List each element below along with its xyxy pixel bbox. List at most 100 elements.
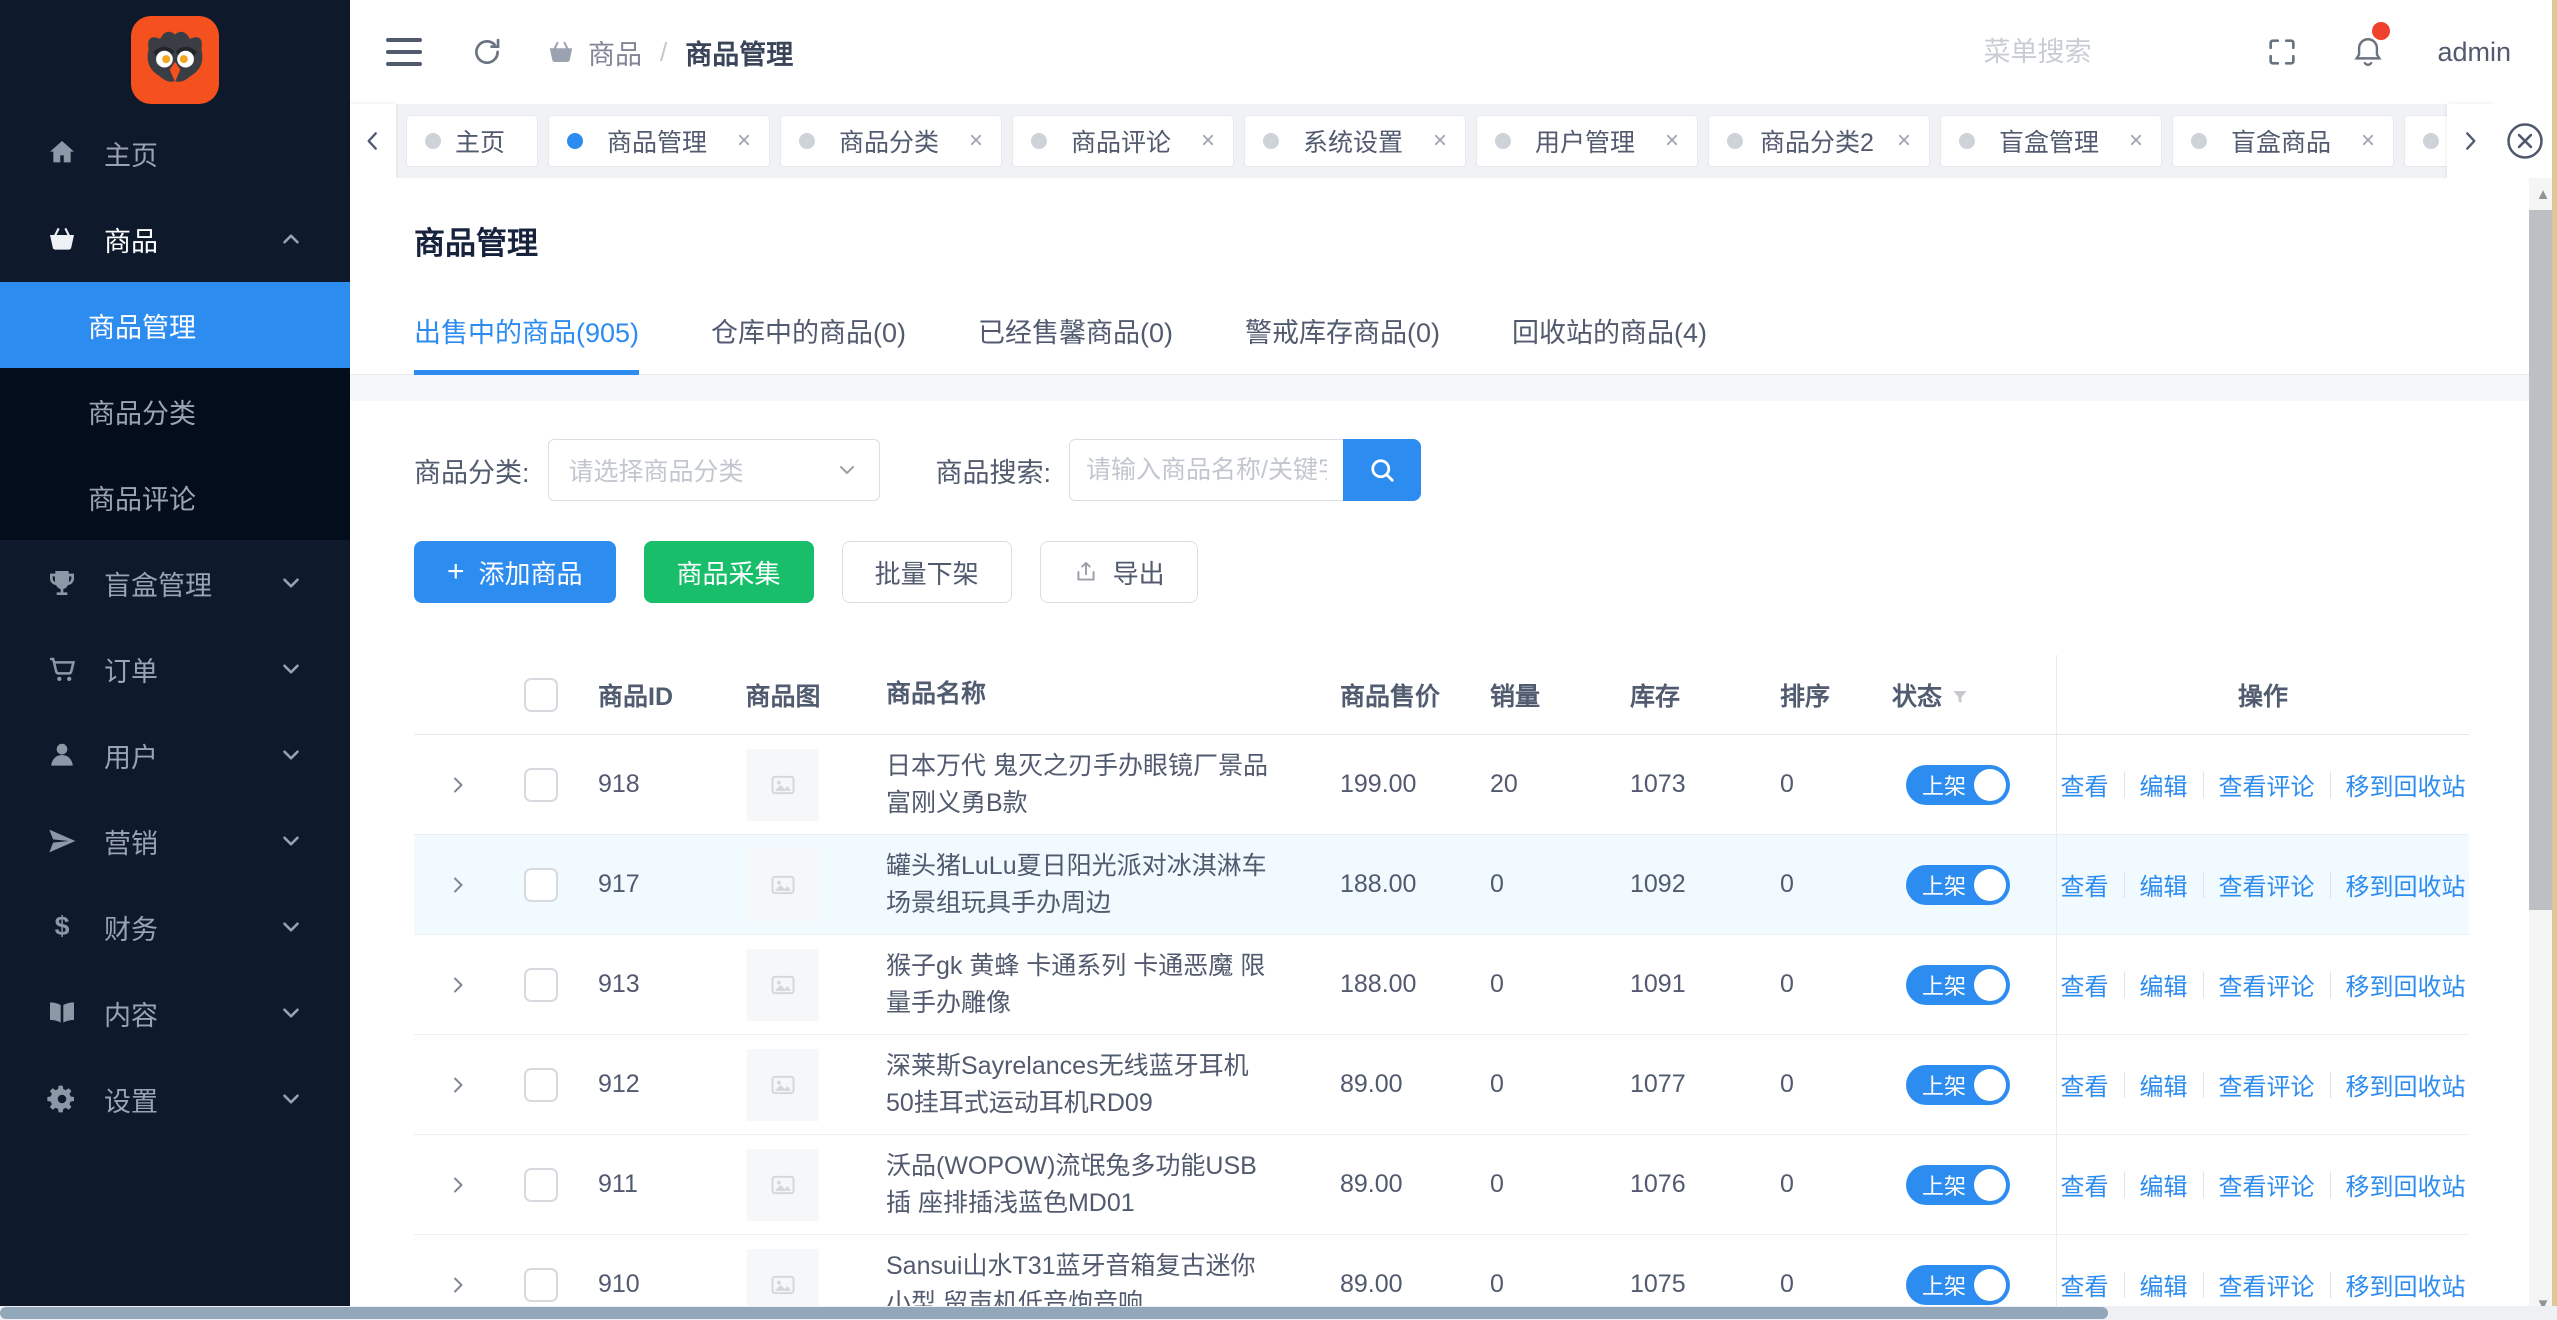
close-all-tabs-icon[interactable] (2493, 104, 2557, 178)
search-button[interactable] (1343, 439, 1421, 501)
refresh-icon[interactable] (470, 35, 504, 69)
batch-offshelf-button[interactable]: 批量下架 (842, 541, 1012, 603)
fullscreen-icon[interactable] (2265, 35, 2299, 69)
action-view-comments[interactable]: 查看评论 (2219, 1167, 2315, 1202)
username[interactable]: admin (2437, 37, 2511, 68)
tabs-scroll-left-button[interactable] (350, 104, 396, 178)
tab-system-settings[interactable]: 系统设置× (1244, 115, 1466, 167)
row-checkbox[interactable] (524, 1268, 558, 1302)
tab-low-stock[interactable]: 警戒库存商品(0) (1245, 311, 1440, 374)
product-image-placeholder[interactable] (747, 1149, 819, 1221)
breadcrumb-section[interactable]: 商品 (588, 33, 642, 72)
status-toggle[interactable]: 上架 (1906, 965, 2010, 1005)
action-edit[interactable]: 编辑 (2140, 1267, 2188, 1302)
tab-sold-out[interactable]: 已经售馨商品(0) (978, 311, 1173, 374)
action-move-to-recycle[interactable]: 移到回收站 (2346, 867, 2466, 902)
tab-close-icon[interactable]: × (969, 127, 983, 155)
product-image-placeholder[interactable] (747, 849, 819, 921)
filter-funnel-icon[interactable] (1950, 685, 1970, 705)
tab-goods-category[interactable]: 商品分类× (780, 115, 1002, 167)
action-view[interactable]: 查看 (2061, 1067, 2109, 1102)
sidebar-item-blindbox[interactable]: 盲盒管理 (0, 540, 350, 626)
product-image-placeholder[interactable] (747, 749, 819, 821)
status-toggle[interactable]: 上架 (1906, 1265, 2010, 1305)
sidebar-item-marketing[interactable]: 营销 (0, 798, 350, 884)
status-toggle[interactable]: 上架 (1906, 765, 2010, 805)
sidebar-item-goods-manage[interactable]: 商品管理 (0, 282, 350, 368)
tab-close-icon[interactable]: × (2129, 127, 2143, 155)
tab-in-warehouse[interactable]: 仓库中的商品(0) (711, 311, 906, 374)
action-move-to-recycle[interactable]: 移到回收站 (2346, 767, 2466, 802)
action-edit[interactable]: 编辑 (2140, 967, 2188, 1002)
app-logo[interactable] (131, 16, 219, 104)
status-toggle[interactable]: 上架 (1906, 1065, 2010, 1105)
tab-home[interactable]: 主页 (406, 115, 538, 167)
sidebar-item-content[interactable]: 内容 (0, 970, 350, 1056)
category-select[interactable]: 请选择商品分类 (548, 439, 880, 501)
action-view[interactable]: 查看 (2061, 767, 2109, 802)
row-expand-icon[interactable] (446, 1073, 470, 1097)
action-view-comments[interactable]: 查看评论 (2219, 967, 2315, 1002)
row-expand-icon[interactable] (446, 773, 470, 797)
menu-search-input[interactable] (1983, 37, 2213, 68)
action-view-comments[interactable]: 查看评论 (2219, 867, 2315, 902)
action-view[interactable]: 查看 (2061, 1267, 2109, 1302)
sidebar-item-settings[interactable]: 设置 (0, 1056, 350, 1142)
tabs-scroll-right-button[interactable] (2447, 104, 2493, 178)
action-view-comments[interactable]: 查看评论 (2219, 1067, 2315, 1102)
select-all-checkbox[interactable] (524, 678, 558, 712)
product-image-placeholder[interactable] (747, 949, 819, 1021)
tab-close-icon[interactable]: × (1433, 127, 1447, 155)
row-checkbox[interactable] (524, 768, 558, 802)
action-edit[interactable]: 编辑 (2140, 1167, 2188, 1202)
action-move-to-recycle[interactable]: 移到回收站 (2346, 1267, 2466, 1302)
tab-partial[interactable] (2404, 115, 2447, 167)
action-view[interactable]: 查看 (2061, 1167, 2109, 1202)
product-search-input[interactable] (1069, 439, 1343, 501)
action-edit[interactable]: 编辑 (2140, 1067, 2188, 1102)
menu-collapse-icon[interactable] (386, 38, 422, 66)
tab-blindbox-manage[interactable]: 盲盒管理× (1940, 115, 2162, 167)
tab-close-icon[interactable]: × (2361, 127, 2375, 155)
sidebar-item-home[interactable]: 主页 (0, 110, 350, 196)
row-checkbox[interactable] (524, 868, 558, 902)
row-checkbox[interactable] (524, 968, 558, 1002)
sidebar-item-goods-comments[interactable]: 商品评论 (0, 454, 350, 540)
tab-close-icon[interactable]: × (1665, 127, 1679, 155)
row-checkbox[interactable] (524, 1068, 558, 1102)
tab-close-icon[interactable]: × (1201, 127, 1215, 155)
product-image-placeholder[interactable] (747, 1049, 819, 1121)
action-move-to-recycle[interactable]: 移到回收站 (2346, 1067, 2466, 1102)
sidebar-item-finance[interactable]: $ 财务 (0, 884, 350, 970)
action-view-comments[interactable]: 查看评论 (2219, 1267, 2315, 1302)
tab-recycle-bin[interactable]: 回收站的商品(4) (1512, 311, 1707, 374)
action-move-to-recycle[interactable]: 移到回收站 (2346, 967, 2466, 1002)
horizontal-scrollbar-thumb[interactable] (0, 1307, 2108, 1319)
row-expand-icon[interactable] (446, 1273, 470, 1297)
sidebar-item-goods[interactable]: 商品 (0, 196, 350, 282)
tab-on-sale[interactable]: 出售中的商品(905) (414, 311, 639, 374)
row-checkbox[interactable] (524, 1168, 558, 1202)
action-view[interactable]: 查看 (2061, 867, 2109, 902)
row-expand-icon[interactable] (446, 973, 470, 997)
tab-goods-manage[interactable]: 商品管理× (548, 115, 770, 167)
tab-goods-category2[interactable]: 商品分类2× (1708, 115, 1930, 167)
tab-close-icon[interactable]: × (1897, 127, 1911, 155)
status-toggle[interactable]: 上架 (1906, 865, 2010, 905)
tab-close-icon[interactable]: × (737, 127, 751, 155)
notifications-bell-icon[interactable] (2351, 35, 2385, 69)
sidebar-item-goods-category[interactable]: 商品分类 (0, 368, 350, 454)
row-expand-icon[interactable] (446, 1173, 470, 1197)
collect-product-button[interactable]: 商品采集 (644, 541, 814, 603)
action-edit[interactable]: 编辑 (2140, 867, 2188, 902)
add-product-button[interactable]: +添加商品 (414, 541, 616, 603)
action-view-comments[interactable]: 查看评论 (2219, 767, 2315, 802)
tab-blindbox-goods[interactable]: 盲盒商品× (2172, 115, 2394, 167)
tab-goods-comments[interactable]: 商品评论× (1012, 115, 1234, 167)
sidebar-item-users[interactable]: 用户 (0, 712, 350, 798)
row-expand-icon[interactable] (446, 873, 470, 897)
tab-user-manage[interactable]: 用户管理× (1476, 115, 1698, 167)
action-edit[interactable]: 编辑 (2140, 767, 2188, 802)
action-view[interactable]: 查看 (2061, 967, 2109, 1002)
export-button[interactable]: 导出 (1040, 541, 1198, 603)
